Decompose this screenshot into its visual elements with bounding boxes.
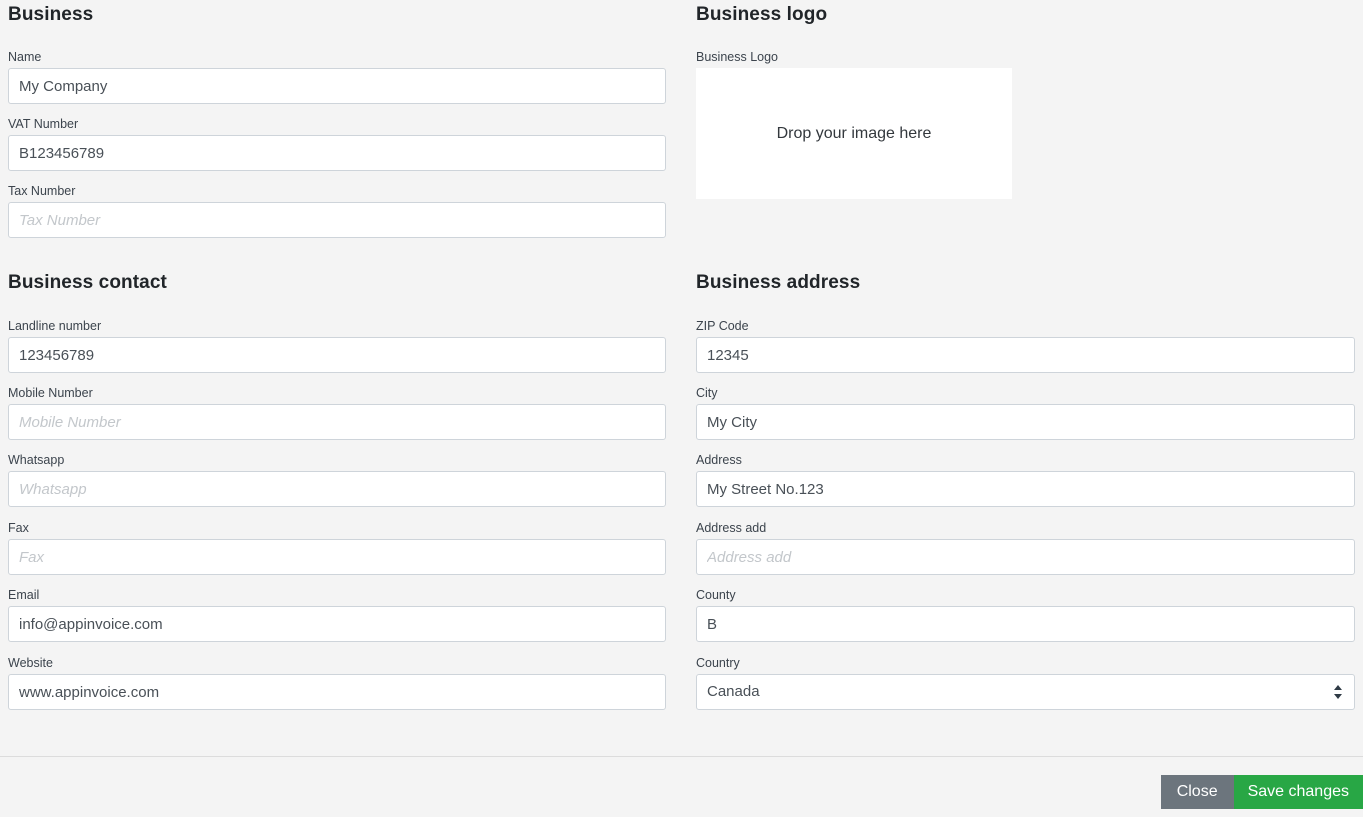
save-changes-button[interactable]: Save changes xyxy=(1233,775,1363,809)
section-title-business-address: Business address xyxy=(696,272,861,293)
field-address: Address xyxy=(696,453,1355,507)
field-city: City xyxy=(696,386,1355,440)
input-mobile-number[interactable] xyxy=(8,404,666,440)
label-county: County xyxy=(696,588,736,602)
field-landline-number: Landline number xyxy=(8,319,666,373)
label-business-logo: Business Logo xyxy=(696,50,779,64)
label-zip-code: ZIP Code xyxy=(696,319,749,333)
footer-actions: Close Save changes xyxy=(1160,775,1363,809)
country-select-wrapper: Canada xyxy=(696,674,1355,710)
section-title-business-logo: Business logo xyxy=(696,4,828,25)
select-country[interactable]: Canada xyxy=(696,674,1355,710)
input-fax[interactable] xyxy=(8,539,666,575)
input-whatsapp[interactable] xyxy=(8,471,666,507)
input-vat-number[interactable] xyxy=(8,135,666,171)
close-button[interactable]: Close xyxy=(1160,775,1234,809)
business-settings-page: Business Name VAT Number Tax Number Busi… xyxy=(0,0,1363,817)
input-address-add[interactable] xyxy=(696,539,1355,575)
label-address: Address xyxy=(696,453,742,467)
field-vat-number: VAT Number xyxy=(8,117,666,171)
field-business-logo: Business Logo Drop your image here xyxy=(696,50,1012,199)
label-name: Name xyxy=(8,50,42,64)
input-zip-code[interactable] xyxy=(696,337,1355,373)
dropzone-text: Drop your image here xyxy=(776,124,932,142)
field-website: Website xyxy=(8,656,666,710)
field-country: Country Canada xyxy=(696,656,1355,710)
input-website[interactable] xyxy=(8,674,666,710)
field-zip-code: ZIP Code xyxy=(696,319,1355,373)
label-landline-number: Landline number xyxy=(8,319,102,333)
label-city: City xyxy=(696,386,718,400)
label-address-add: Address add xyxy=(696,521,767,535)
footer-divider xyxy=(0,756,1363,757)
field-county: County xyxy=(696,588,1355,642)
input-address[interactable] xyxy=(696,471,1355,507)
input-tax-number[interactable] xyxy=(8,202,666,238)
label-email: Email xyxy=(8,588,40,602)
field-email: Email xyxy=(8,588,666,642)
label-website: Website xyxy=(8,656,53,670)
label-vat-number: VAT Number xyxy=(8,117,79,131)
field-address-add: Address add xyxy=(696,521,1355,575)
field-whatsapp: Whatsapp xyxy=(8,453,666,507)
field-fax: Fax xyxy=(8,521,666,575)
field-name: Name xyxy=(8,50,666,104)
label-fax: Fax xyxy=(8,521,29,535)
input-email[interactable] xyxy=(8,606,666,642)
label-country: Country xyxy=(696,656,740,670)
field-tax-number: Tax Number xyxy=(8,184,666,238)
input-county[interactable] xyxy=(696,606,1355,642)
input-city[interactable] xyxy=(696,404,1355,440)
label-tax-number: Tax Number xyxy=(8,184,76,198)
input-landline-number[interactable] xyxy=(8,337,666,373)
section-title-business: Business xyxy=(8,4,94,25)
logo-dropzone[interactable]: Drop your image here xyxy=(696,68,1012,199)
label-whatsapp: Whatsapp xyxy=(8,453,65,467)
input-name[interactable] xyxy=(8,68,666,104)
section-title-business-contact: Business contact xyxy=(8,272,167,293)
field-mobile-number: Mobile Number xyxy=(8,386,666,440)
label-mobile-number: Mobile Number xyxy=(8,386,93,400)
